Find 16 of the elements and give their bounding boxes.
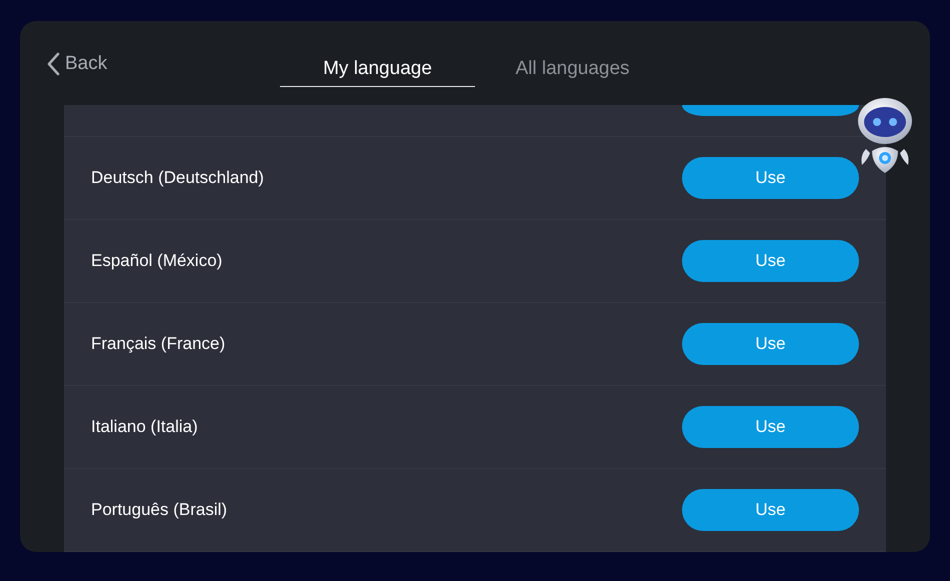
use-button[interactable] [682, 105, 859, 116]
use-button[interactable]: Use [682, 240, 859, 282]
robot-icon [856, 97, 914, 175]
tab[interactable]: All languages [475, 51, 670, 87]
back-button[interactable]: Back [46, 52, 108, 76]
tab[interactable]: My language [280, 51, 475, 87]
use-button[interactable]: Use [682, 489, 859, 531]
language-name: Français (France) [91, 334, 226, 354]
chevron-left-icon [46, 52, 60, 76]
language-name: Português (Brasil) [91, 500, 228, 520]
use-button[interactable]: Use [682, 406, 859, 448]
language-name: Italiano (Italia) [91, 417, 198, 437]
language-name: Deutsch (Deutschland) [91, 168, 264, 188]
use-button[interactable]: Use [682, 323, 859, 365]
language-name: Español (México) [91, 251, 222, 271]
use-button[interactable]: Use [682, 157, 859, 199]
